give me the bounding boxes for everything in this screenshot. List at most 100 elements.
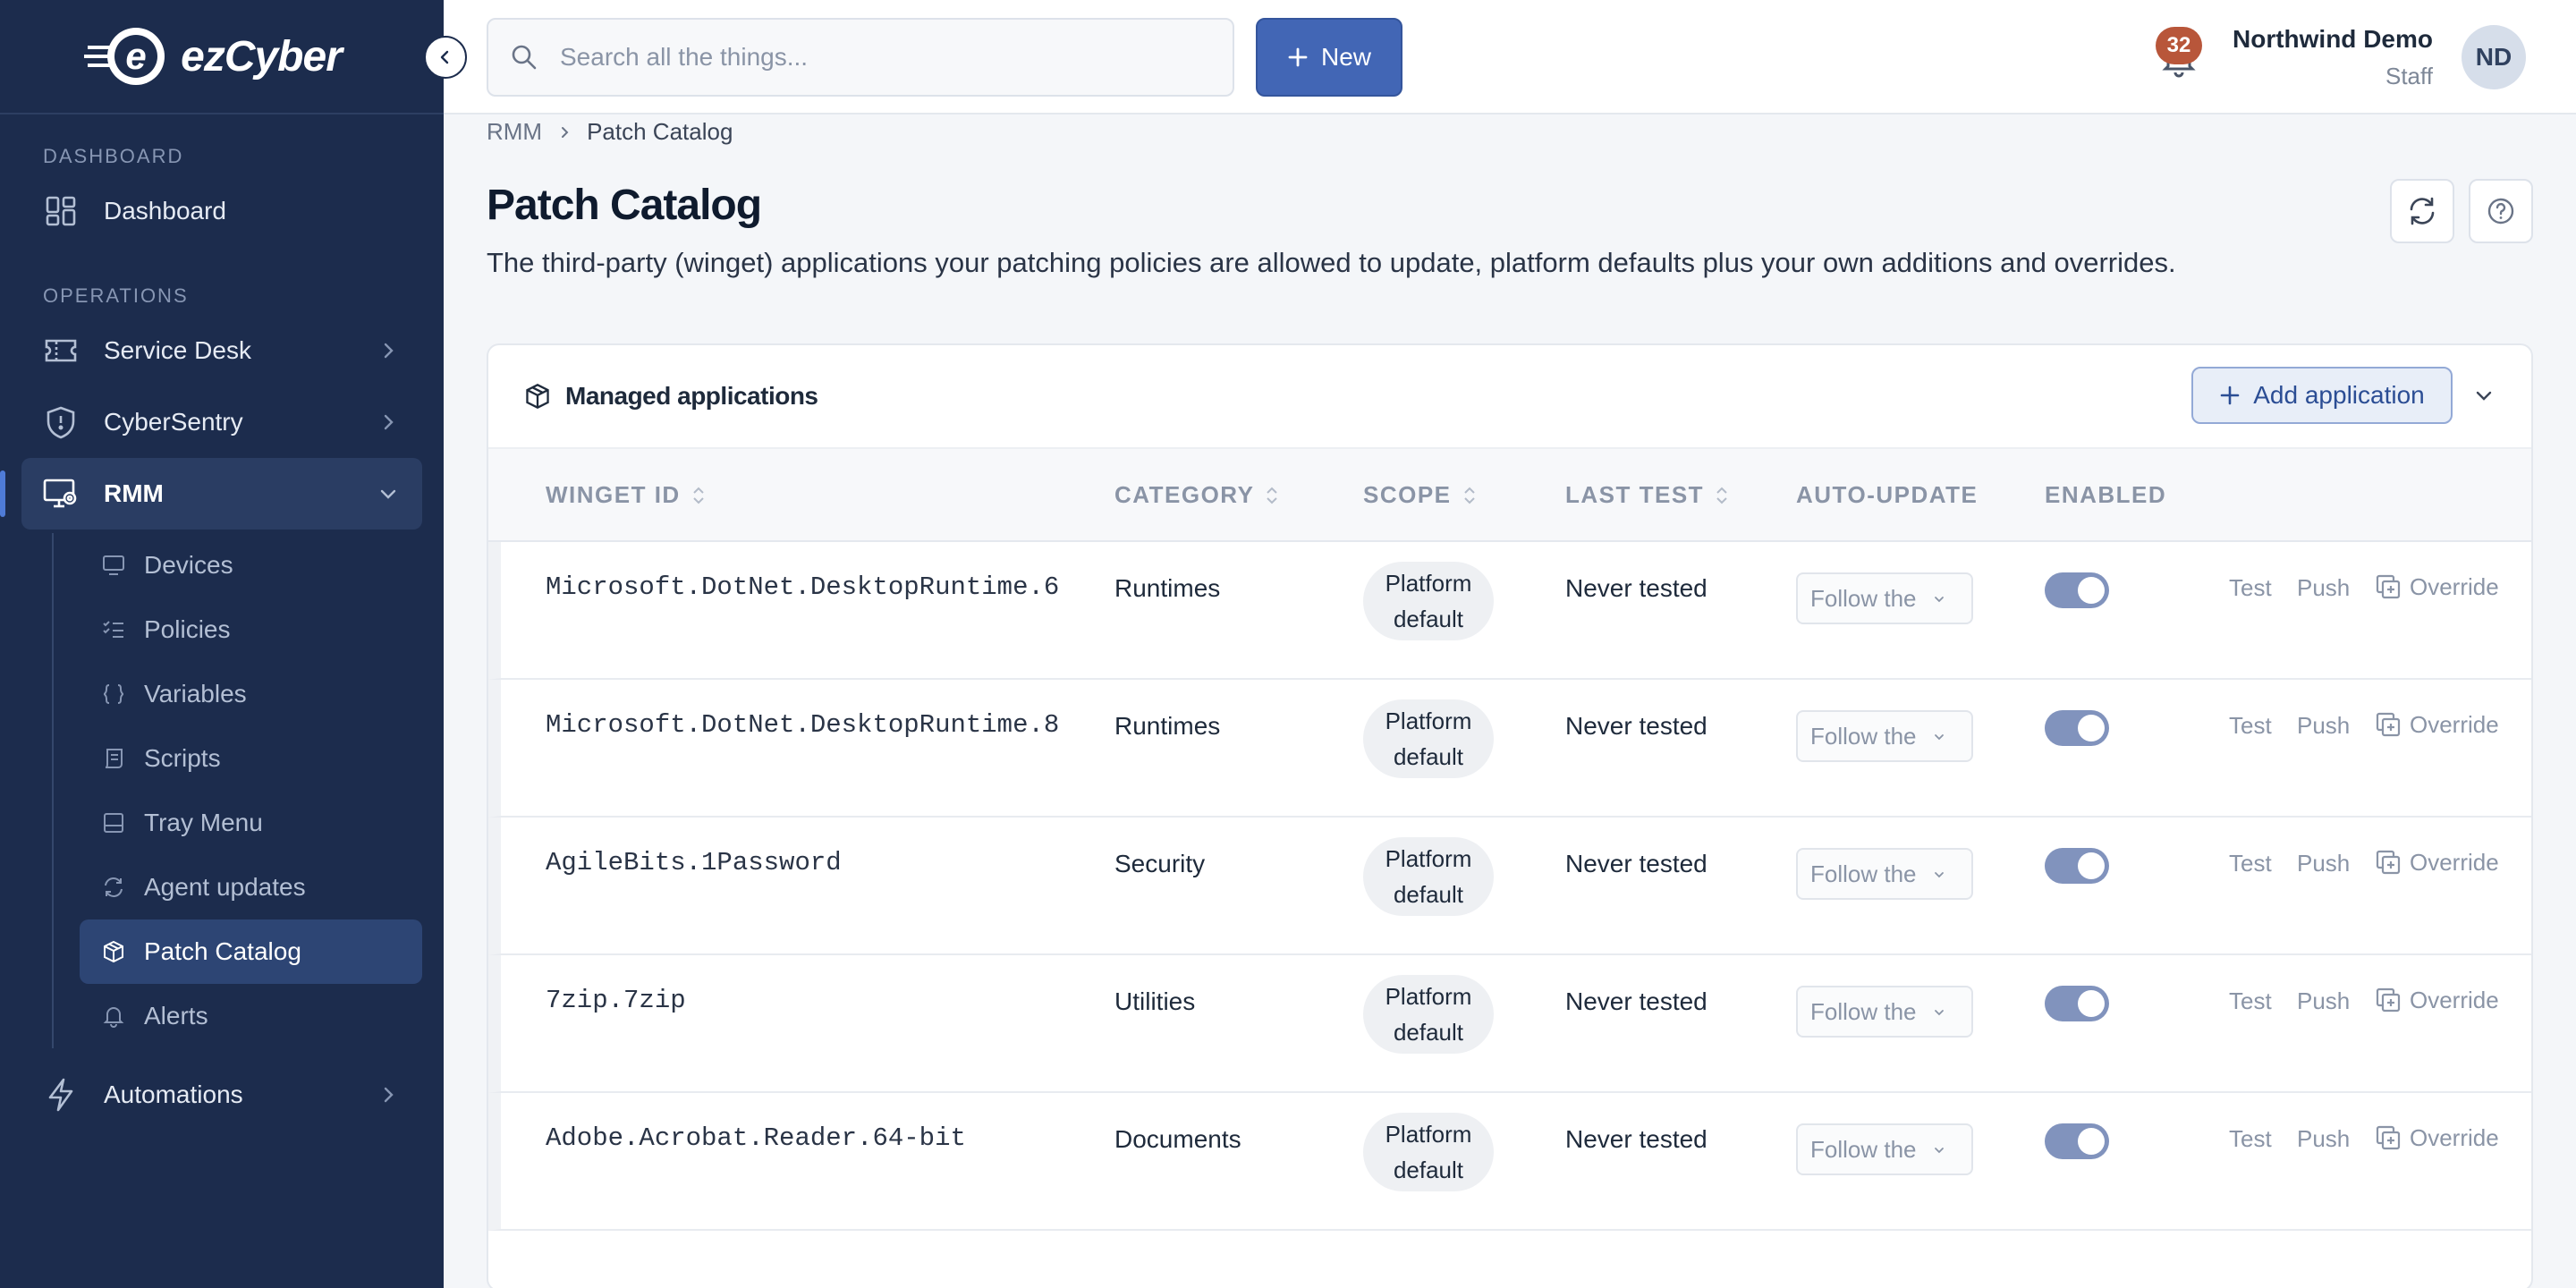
search-input[interactable] — [560, 43, 1186, 72]
scope-text: Platform default — [1385, 845, 1472, 908]
test-action[interactable]: Test — [2229, 574, 2272, 602]
brand: e ezCyber — [0, 0, 467, 114]
sidebar-item-label: Tray Menu — [144, 809, 263, 836]
scope-text: Platform default — [1385, 983, 1472, 1046]
card-title: Managed applications — [565, 382, 818, 410]
monitor-icon — [101, 553, 126, 578]
auto-update-select[interactable]: Follow the — [1796, 848, 1973, 900]
scope-badge: Platform default — [1363, 975, 1494, 1054]
scope-text: Platform default — [1385, 708, 1472, 770]
braces-icon — [101, 682, 126, 707]
search-icon — [512, 45, 537, 70]
breadcrumb-link-rmm[interactable]: RMM — [487, 118, 542, 146]
refresh-button[interactable] — [2390, 179, 2454, 243]
sidebar-item-automations[interactable]: Automations — [21, 1059, 422, 1131]
sidebar-item-label: Scripts — [144, 744, 221, 772]
scope-text: Platform default — [1385, 1121, 1472, 1183]
chevron-down-icon — [1935, 734, 1944, 741]
override-action[interactable]: Override — [2374, 848, 2499, 877]
test-action[interactable]: Test — [2229, 712, 2272, 740]
override-action[interactable]: Override — [2374, 572, 2499, 601]
enabled-toggle[interactable] — [2045, 986, 2109, 1021]
chevron-down-icon[interactable] — [2472, 385, 2496, 408]
chevron-right-icon — [384, 343, 394, 359]
auto-update-select[interactable]: Follow the — [1796, 710, 1973, 762]
auto-update-value: Follow the — [1810, 584, 1917, 612]
sidebar-item-alerts[interactable]: Alerts — [80, 984, 422, 1048]
sidebar-item-rmm[interactable]: RMM — [0, 458, 422, 530]
table-row: Adobe.Acrobat.Reader.64-bit Documents Pl… — [488, 1093, 2531, 1231]
chevron-right-icon — [384, 1087, 394, 1103]
user-name: Northwind Demo — [2233, 25, 2433, 53]
enabled-toggle[interactable] — [2045, 710, 2109, 746]
auto-update-select[interactable]: Follow the — [1796, 986, 1973, 1038]
sidebar-item-policies[interactable]: Policies — [80, 597, 422, 662]
main-content: New 32 Northwind Demo Staff ND RMM Patch… — [444, 0, 2576, 1288]
copy-plus-icon — [2376, 987, 2401, 1013]
category: Runtimes — [1114, 712, 1221, 740]
sidebar-collapse-button[interactable] — [424, 36, 467, 79]
last-test: Never tested — [1565, 574, 1707, 602]
sidebar-item-label: Dashboard — [104, 197, 226, 225]
enabled-toggle[interactable] — [2045, 572, 2109, 608]
sidebar-item-cybersentry[interactable]: CyberSentry — [21, 386, 422, 458]
auto-update-select[interactable]: Follow the — [1796, 1123, 1973, 1175]
column-header-label: LAST TEST — [1565, 481, 1705, 508]
sidebar-item-scripts[interactable]: Scripts — [80, 726, 422, 791]
auto-update-select[interactable]: Follow the — [1796, 572, 1973, 624]
column-header-last-test[interactable]: LAST TEST — [1565, 481, 1729, 509]
table-header: WINGET ID CATEGORY SCOPE LAST TEST AUTO-… — [488, 447, 2531, 542]
sidebar-item-agent-updates[interactable]: Agent updates — [80, 855, 422, 919]
sidebar-item-tray-menu[interactable]: Tray Menu — [80, 791, 422, 855]
sidebar-item-label: Alerts — [144, 1002, 208, 1030]
chevron-right-icon — [562, 126, 569, 138]
test-action-label: Test — [2229, 850, 2272, 877]
push-action[interactable]: Push — [2297, 712, 2350, 740]
script-scroll-icon — [101, 746, 126, 771]
sidebar-item-variables[interactable]: Variables — [80, 662, 422, 726]
push-action[interactable]: Push — [2297, 850, 2350, 877]
test-action[interactable]: Test — [2229, 987, 2272, 1015]
chevron-down-icon — [1935, 597, 1944, 603]
enabled-toggle[interactable] — [2045, 1123, 2109, 1159]
column-header-auto-update: AUTO-UPDATE — [1796, 481, 1978, 509]
override-action[interactable]: Override — [2374, 710, 2499, 739]
sort-icon — [1267, 487, 1278, 504]
sidebar-item-service-desk[interactable]: Service Desk — [21, 315, 422, 386]
chevron-down-icon — [380, 489, 396, 499]
push-action[interactable]: Push — [2297, 987, 2350, 1015]
override-action[interactable]: Override — [2374, 986, 2499, 1014]
column-header-scope[interactable]: SCOPE — [1363, 481, 1477, 509]
sidebar-item-dashboard[interactable]: Dashboard — [21, 175, 422, 247]
page-title: Patch Catalog — [487, 182, 762, 229]
sidebar-item-patch-catalog[interactable]: Patch Catalog — [80, 919, 422, 984]
override-action-label: Override — [2410, 986, 2499, 1013]
push-action-label: Push — [2297, 987, 2351, 1014]
brand-logo[interactable]: e ezCyber — [84, 24, 343, 89]
help-button[interactable] — [2469, 179, 2533, 243]
sidebar-item-label: Automations — [104, 1080, 243, 1108]
avatar[interactable]: ND — [2462, 25, 2526, 89]
copy-plus-icon — [2376, 574, 2401, 599]
push-action[interactable]: Push — [2297, 1125, 2350, 1153]
sidebar-item-devices[interactable]: Devices — [80, 533, 422, 597]
push-action-label: Push — [2297, 850, 2351, 877]
override-action[interactable]: Override — [2374, 1123, 2499, 1152]
column-header-category[interactable]: CATEGORY — [1114, 481, 1279, 509]
test-action[interactable]: Test — [2229, 850, 2272, 877]
winget-id: Microsoft.DotNet.DesktopRuntime.8 — [546, 710, 1060, 740]
sidebar-item-label: CyberSentry — [104, 408, 243, 436]
enabled-toggle[interactable] — [2045, 848, 2109, 884]
table-row: 7zip.7zip Utilities Platform default Neve… — [488, 955, 2531, 1093]
push-action[interactable]: Push — [2297, 574, 2350, 602]
checklist-icon — [101, 617, 126, 642]
new-button[interactable]: New — [1256, 18, 1402, 97]
last-test: Never tested — [1565, 712, 1707, 740]
winget-id: 7zip.7zip — [546, 986, 686, 1015]
search-box[interactable] — [487, 18, 1234, 97]
column-header-label: AUTO-UPDATE — [1796, 481, 1979, 508]
test-action[interactable]: Test — [2229, 1125, 2272, 1153]
ezcyber-logo-icon: e — [84, 28, 165, 85]
add-application-button[interactable]: Add application — [2191, 367, 2453, 424]
column-header-winget-id[interactable]: WINGET ID — [546, 481, 706, 509]
